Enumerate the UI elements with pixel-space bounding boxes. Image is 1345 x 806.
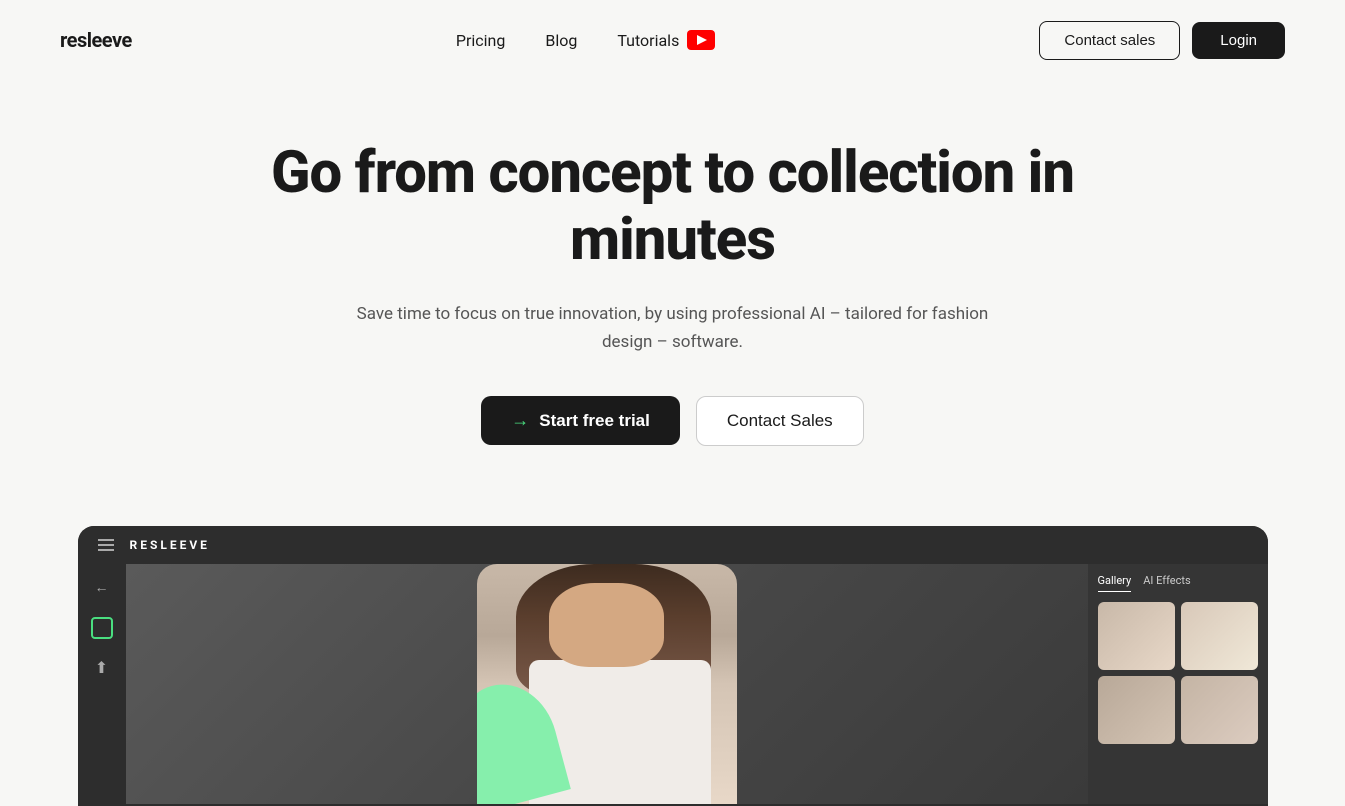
gallery-thumb-4[interactable]: [1181, 676, 1258, 744]
hero-subtitle: Save time to focus on true innovation, b…: [333, 301, 1013, 355]
header-actions: Contact sales Login: [1039, 21, 1285, 60]
back-button[interactable]: ←: [90, 576, 114, 600]
login-button[interactable]: Login: [1192, 22, 1285, 59]
app-preview: RESLEEVE ← ⬆: [78, 526, 1268, 806]
image-tool-icon: [91, 617, 113, 639]
gallery-tab-ai-effects[interactable]: AI Effects: [1143, 574, 1190, 592]
back-arrow-icon: ←: [95, 579, 109, 596]
hero-title: Go from concept to collection in minutes: [223, 140, 1123, 273]
arrow-right-icon: →: [511, 410, 529, 431]
gallery-thumb-1[interactable]: [1098, 602, 1175, 670]
app-titlebar: RESLEEVE: [78, 526, 1268, 564]
hero-cta: → Start free trial Contact Sales: [481, 396, 863, 446]
gallery-tabs: Gallery AI Effects: [1098, 574, 1258, 592]
model-face: [549, 583, 663, 667]
gallery-thumb-3[interactable]: [1098, 676, 1175, 744]
hamburger-icon[interactable]: [98, 539, 114, 551]
youtube-icon: [687, 30, 715, 50]
header: resleeve Pricing Blog Tutorials Contact …: [0, 0, 1345, 80]
gallery-grid: [1098, 602, 1258, 744]
nav-tutorials[interactable]: Tutorials: [617, 30, 715, 50]
gallery-tab-gallery[interactable]: Gallery: [1098, 574, 1132, 592]
hero-contact-sales-button[interactable]: Contact Sales: [696, 396, 864, 446]
hero-section: Go from concept to collection in minutes…: [0, 80, 1345, 486]
image-tool-button[interactable]: [90, 616, 114, 640]
tutorials-label: Tutorials: [617, 31, 679, 50]
app-logo: RESLEEVE: [130, 538, 210, 552]
nav-blog[interactable]: Blog: [545, 31, 577, 50]
nav-pricing[interactable]: Pricing: [456, 31, 506, 50]
start-trial-label: Start free trial: [539, 411, 650, 431]
start-trial-button[interactable]: → Start free trial: [481, 396, 680, 445]
upload-button[interactable]: ⬆: [90, 656, 114, 680]
gallery-thumb-2[interactable]: [1181, 602, 1258, 670]
logo: resleeve: [60, 28, 132, 52]
cloud-upload-icon: ⬆: [95, 658, 108, 677]
main-nav: Pricing Blog Tutorials: [456, 30, 715, 50]
contact-sales-button[interactable]: Contact sales: [1039, 21, 1180, 60]
